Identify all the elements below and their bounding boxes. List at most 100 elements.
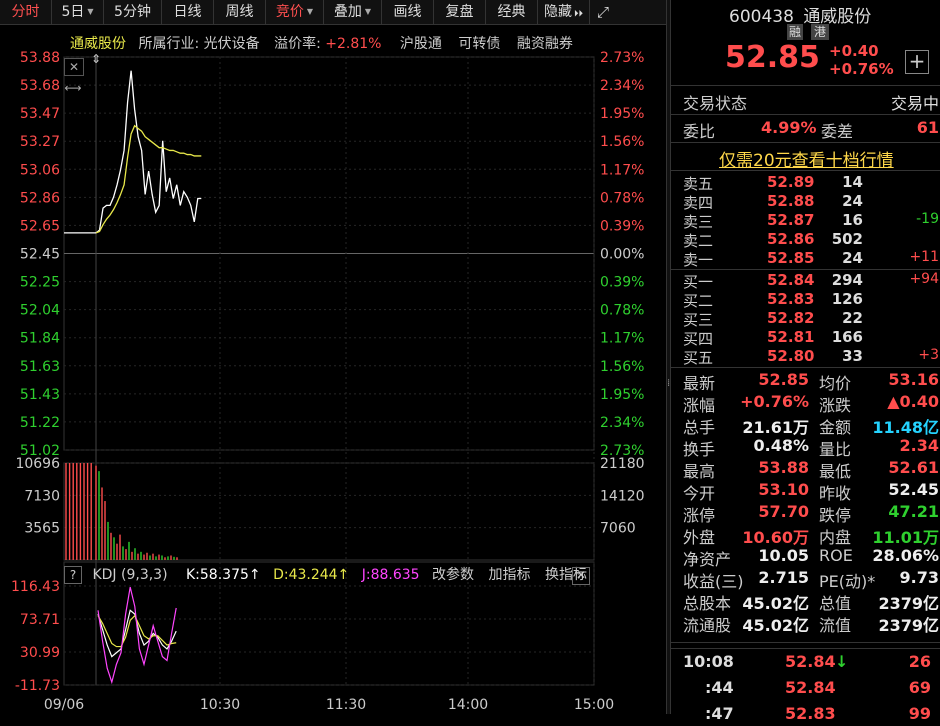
- stat-label: 总手: [683, 418, 716, 437]
- bid-level-row[interactable]: 买三 52.82 22: [671, 309, 940, 329]
- chart-area: 通威股份 所属行业: 光伏设备 溢价率: +2.81% 沪股通 可转债 融资融券…: [0, 25, 666, 714]
- add-indicator-button[interactable]: 加指标: [489, 567, 531, 583]
- stat-value: 2.715: [758, 568, 809, 587]
- stat-label: 总值: [819, 594, 852, 613]
- stat-value: 21.61万: [742, 418, 809, 437]
- price-tick-label: 52.65: [20, 218, 60, 234]
- level-price: 52.84: [767, 271, 815, 289]
- stat-value: 2.34: [899, 436, 939, 455]
- level-price: 52.88: [767, 192, 815, 210]
- kdj-tick-label: 30.99: [20, 645, 60, 661]
- stat-value: +0.76%: [740, 392, 809, 411]
- stat-label: 量比: [819, 440, 852, 459]
- classic-button[interactable]: 经典: [486, 0, 538, 24]
- tab-timeshare[interactable]: 分时: [0, 0, 52, 24]
- stat-value: 52.85: [758, 370, 809, 389]
- help-icon[interactable]: ?: [64, 566, 82, 584]
- level-volume: 24: [842, 192, 863, 210]
- stat-label: 涨幅: [683, 396, 716, 415]
- time-tick-label: 10:30: [200, 697, 240, 713]
- level-label: 买四: [683, 330, 714, 348]
- bid-level-row[interactable]: 买五 52.80 33 +3: [671, 347, 940, 367]
- stat-value: 2379亿: [878, 616, 939, 635]
- hide-button[interactable]: 隐藏 ⏵⏵: [538, 0, 590, 24]
- trade-tick-row: :44 52.84 69: [671, 678, 940, 700]
- tab-5day[interactable]: 5日 ▼: [52, 0, 104, 24]
- last-price: 52.85: [725, 40, 820, 75]
- time-tick-label: 11:30: [326, 697, 366, 713]
- volume-right-tick-label: 21180: [600, 456, 645, 472]
- draw-line-button[interactable]: 画线: [382, 0, 434, 24]
- level-label: 卖一: [683, 251, 714, 269]
- bid-level-row[interactable]: 买二 52.83 126: [671, 290, 940, 310]
- stat-label: 流通股: [683, 616, 732, 635]
- ask-level-row[interactable]: 卖三 52.87 16 -19: [671, 211, 940, 231]
- pct-tick-label: 0.39%: [600, 218, 644, 234]
- pct-tick-label: 0.39%: [600, 275, 644, 291]
- replay-button[interactable]: 复盘: [434, 0, 486, 24]
- ask-level-row[interactable]: 卖五 52.89 14: [671, 173, 940, 193]
- stat-label: 流值: [819, 616, 852, 635]
- period-toolbar: 分时 5日 ▼ 5分钟 日线 周线 竞价 ▼ 叠加 ▼ 画线 复盘 经典 隐藏 ⏵⏵ ⤢: [0, 0, 666, 25]
- stats-row: 今开 53.10 昨收 52.45: [671, 480, 940, 503]
- close-icon[interactable]: ✕: [572, 567, 590, 585]
- stats-table: 最新 52.85 均价 53.16 涨幅 +0.76% 涨跌 ▲0.40 总手 21.61万 金额 1…: [671, 370, 940, 640]
- kdj-d-value: D:43.244↑: [273, 567, 350, 583]
- pct-tick-label: 1.56%: [600, 134, 644, 150]
- level-volume: 166: [831, 328, 863, 346]
- stat-value: 9.73: [899, 568, 939, 587]
- ask-level-row[interactable]: 卖四 52.88 24: [671, 192, 940, 212]
- kdj-label: KDJ (9,3,3): [92, 567, 168, 583]
- stat-label: 均价: [819, 374, 852, 393]
- tick-time: :44: [705, 678, 734, 697]
- avg-price-line: [95, 124, 202, 234]
- price-tick-label: 51.22: [20, 415, 60, 431]
- tab-weekly[interactable]: 周线: [214, 0, 266, 24]
- stat-value: 10.60万: [742, 528, 809, 547]
- level-label: 买五: [683, 349, 714, 367]
- close-icon[interactable]: ✕: [64, 58, 84, 76]
- ask-level-row[interactable]: 卖一 52.85 24 +11: [671, 249, 940, 269]
- level-change: +11: [909, 249, 939, 265]
- stats-row: 收益(三) 2.715 PE(动)* 9.73: [671, 568, 940, 591]
- stat-label: 外盘: [683, 528, 716, 547]
- add-watchlist-icon[interactable]: +: [905, 50, 929, 74]
- expand-icon[interactable]: ⤢: [590, 0, 616, 24]
- stat-value: 53.10: [758, 480, 809, 499]
- bid-level-row[interactable]: 买四 52.81 166: [671, 328, 940, 348]
- tick-time: 10:08: [683, 652, 734, 671]
- stats-row: 换手 0.48% 量比 2.34: [671, 436, 940, 459]
- level-volume: 126: [831, 290, 863, 308]
- tab-5min[interactable]: 5分钟: [104, 0, 162, 24]
- ask-level-row[interactable]: 卖二 52.86 502: [671, 230, 940, 250]
- level-label: 买三: [683, 311, 714, 329]
- stock-code: 600438: [729, 7, 794, 27]
- stat-value: 47.21: [888, 502, 939, 521]
- kdj-k-value: K:58.375↑: [186, 567, 261, 583]
- bid-level-row[interactable]: 买一 52.84 294 +94: [671, 271, 940, 291]
- bid-book: 买一 52.84 294 +94 买二 52.83 126 买三 52.82 22 买四 52.81 1…: [671, 271, 940, 367]
- stats-row: 总手 21.61万 金额 11.48亿: [671, 414, 940, 437]
- level-volume: 22: [842, 309, 863, 327]
- level2-promo-link[interactable]: 仅需20元查看十档行情: [719, 146, 894, 171]
- stats-row: 最高 53.88 最低 52.61: [671, 458, 940, 481]
- tab-daily[interactable]: 日线: [162, 0, 214, 24]
- resize-horizontal-icon[interactable]: ⟷: [64, 80, 82, 96]
- kdj-tick-label: 73.71: [20, 612, 60, 628]
- intraday-chart[interactable]: 53.88 2.73% 53.68 2.34% 53.47 1.95% 53.27 1.56%…: [0, 25, 666, 714]
- stat-value: ▲0.40: [887, 392, 939, 411]
- tab-auction[interactable]: 竞价 ▼: [266, 0, 324, 24]
- level-volume: 33: [842, 347, 863, 365]
- level-volume: 14: [842, 173, 863, 191]
- stat-value: 53.16: [888, 370, 939, 389]
- level-label: 卖二: [683, 232, 714, 250]
- stat-value: 52.45: [888, 480, 939, 499]
- price-change-pct: +0.76%: [829, 60, 894, 78]
- overlay-button[interactable]: 叠加 ▼: [324, 0, 382, 24]
- level-label: 买一: [683, 273, 714, 291]
- price-tick-label: 53.06: [20, 162, 60, 178]
- price-tick-label: 52.04: [20, 303, 60, 319]
- stat-value: 57.70: [758, 502, 809, 521]
- stat-value: 52.61: [888, 458, 939, 477]
- change-params-button[interactable]: 改参数: [432, 567, 474, 583]
